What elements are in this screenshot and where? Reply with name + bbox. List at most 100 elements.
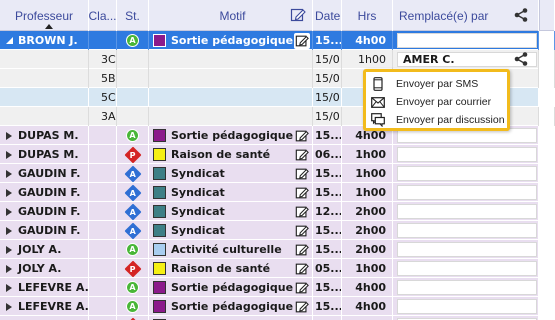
- row-professeur: JOLY A.: [0, 259, 89, 278]
- row-professeur: GAUDIN F.: [0, 202, 89, 221]
- remplace-field[interactable]: [397, 33, 537, 48]
- status-badge: P: [124, 146, 141, 163]
- remplace-field[interactable]: [397, 280, 537, 295]
- expand-icon[interactable]: [6, 226, 12, 235]
- table-row[interactable]: DUPAS M. P Raison de santé 06... 1h00: [0, 145, 555, 164]
- col-professeur[interactable]: Professeur: [0, 0, 89, 31]
- edit-icon[interactable]: [294, 299, 310, 315]
- row-professeur: GAUDIN F.: [0, 164, 89, 183]
- remplace-field[interactable]: [397, 261, 537, 276]
- edit-icon[interactable]: [294, 147, 310, 163]
- edit-icon[interactable]: [294, 280, 310, 296]
- row-motif: Raison de santé: [149, 145, 313, 164]
- collapse-icon[interactable]: [6, 36, 14, 45]
- status-badge: A: [126, 300, 139, 313]
- edit-icon[interactable]: [294, 223, 310, 239]
- row-statut: A: [117, 221, 149, 240]
- col-motif[interactable]: Motif: [149, 0, 313, 31]
- envelope-icon: [370, 95, 386, 109]
- col-date[interactable]: Date: [313, 0, 342, 31]
- edit-icon[interactable]: [294, 32, 310, 49]
- remplace-field[interactable]: [397, 185, 537, 200]
- row-statut: P: [117, 145, 149, 164]
- table-subrow[interactable]: 3C 15/0 1h00 AMER C.: [0, 50, 555, 69]
- edit-icon[interactable]: [290, 7, 306, 23]
- edit-icon[interactable]: [294, 128, 310, 144]
- row-statut: A: [117, 278, 149, 297]
- table-row-selected[interactable]: BROWN J. A Sortie pédagogique 15... 4h00: [0, 31, 555, 50]
- share-icon[interactable]: [513, 7, 529, 23]
- expand-icon[interactable]: [6, 245, 12, 254]
- row-date: 15...: [313, 316, 342, 320]
- row-professeur: GAUDIN F.: [0, 221, 89, 240]
- edit-icon[interactable]: [294, 166, 310, 182]
- subrow-classe: 5C: [89, 88, 117, 107]
- phone-icon: [370, 77, 386, 91]
- row-motif: Syndicat: [149, 221, 313, 240]
- remplace-field[interactable]: [397, 299, 537, 314]
- expand-icon[interactable]: [6, 283, 12, 292]
- remplace-field[interactable]: [397, 147, 537, 162]
- subrow-date: 15/0: [313, 107, 342, 126]
- row-heures: [342, 316, 393, 320]
- remplace-field[interactable]: [397, 242, 537, 257]
- row-statut: P: [117, 259, 149, 278]
- status-badge: A: [126, 281, 139, 294]
- expand-icon[interactable]: [6, 302, 12, 311]
- row-heures: 1h00: [342, 145, 393, 164]
- table-row[interactable]: LEFEVRE A. A Sortie pédagogique 15... 4h00: [0, 278, 555, 297]
- row-heures: 4h00: [342, 31, 393, 50]
- remplace-field[interactable]: [397, 223, 537, 238]
- expand-icon[interactable]: [6, 264, 12, 273]
- expand-icon[interactable]: [6, 131, 12, 140]
- edit-icon[interactable]: [294, 261, 310, 277]
- row-statut: A: [117, 126, 149, 145]
- share-icon[interactable]: [513, 51, 529, 67]
- row-motif: Syndicat: [149, 202, 313, 221]
- send-sms-item[interactable]: Envoyer par SMS: [366, 75, 507, 93]
- col-statut[interactable]: St.: [117, 0, 149, 31]
- row-motif: Syndicat: [149, 164, 313, 183]
- subrow-date: 15/0: [313, 69, 342, 88]
- row-date: 12...: [313, 202, 342, 221]
- row-professeur: DUPAS M.: [0, 126, 89, 145]
- row-heures: 2h00: [342, 240, 393, 259]
- col-remplace[interactable]: Remplacé(e) par: [393, 0, 539, 31]
- expand-icon[interactable]: [6, 169, 12, 178]
- table-row[interactable]: GAUDIN F. A Syndicat 15... 1h00: [0, 183, 555, 202]
- table-row[interactable]: LEVY C. PRaison de santé15...: [0, 316, 555, 320]
- table-row[interactable]: JOLY A. P Raison de santé 05... 1h00: [0, 259, 555, 278]
- expand-icon[interactable]: [6, 207, 12, 216]
- row-professeur: LEFEVRE A.: [0, 297, 89, 316]
- row-statut: A: [117, 31, 149, 50]
- table-row[interactable]: GAUDIN F. A Syndicat 15... 2h00: [0, 221, 555, 240]
- send-mail-item[interactable]: Envoyer par courrier: [366, 93, 507, 111]
- row-date: 15...: [313, 240, 342, 259]
- status-badge: A: [126, 34, 139, 47]
- status-badge: A: [124, 203, 141, 220]
- remplace-field[interactable]: [397, 166, 537, 181]
- motif-color-swatch: [153, 243, 166, 256]
- expand-icon[interactable]: [6, 188, 12, 197]
- row-date: 06...: [313, 145, 342, 164]
- edit-icon[interactable]: [294, 242, 310, 258]
- sort-ascending-icon: [45, 24, 53, 29]
- col-heures[interactable]: Hrs: [342, 0, 393, 31]
- edit-icon[interactable]: [294, 185, 310, 201]
- subrow-classe: 3C: [89, 50, 117, 69]
- table-row[interactable]: JOLY A. A Activité culturelle 15... 2h00: [0, 240, 555, 259]
- row-date: 15...: [313, 126, 342, 145]
- edit-icon[interactable]: [294, 204, 310, 220]
- send-chat-item[interactable]: Envoyer par discussion: [366, 111, 507, 129]
- motif-color-swatch: [153, 224, 166, 237]
- table-row[interactable]: GAUDIN F. A Syndicat 12... 2h00: [0, 202, 555, 221]
- row-motif: Sortie pédagogique: [149, 278, 313, 297]
- row-professeur: DUPAS M.: [0, 145, 89, 164]
- expand-icon[interactable]: [6, 150, 12, 159]
- subrow-heures: 1h00: [342, 50, 393, 69]
- col-classe[interactable]: Cla...: [89, 0, 117, 31]
- table-row[interactable]: LEFEVRE A. A Sortie pédagogique 15... 4h00: [0, 297, 555, 316]
- remplace-field[interactable]: [397, 204, 537, 219]
- table-row[interactable]: GAUDIN F. A Syndicat 15... 1h00: [0, 164, 555, 183]
- row-date: 15...: [313, 278, 342, 297]
